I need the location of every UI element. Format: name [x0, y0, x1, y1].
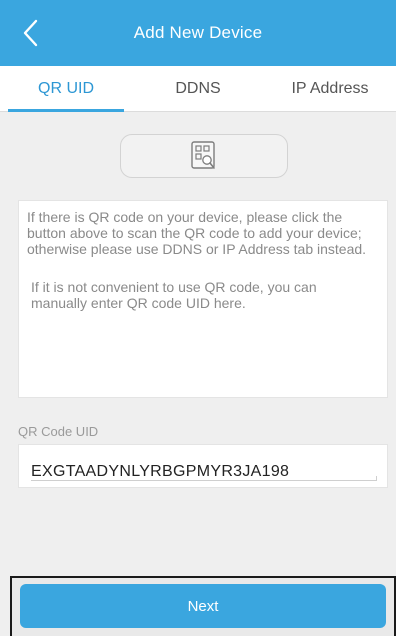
scan-qr-button[interactable] — [120, 134, 288, 178]
tab-ddns[interactable]: DDNS — [132, 66, 264, 111]
tab-ip-address[interactable]: IP Address — [264, 66, 396, 111]
qr-scan-icon — [191, 141, 215, 169]
uid-field-container — [18, 444, 388, 488]
chevron-left-icon — [23, 19, 38, 47]
instructions-text-scan: If there is QR code on your device, plea… — [27, 209, 367, 257]
add-device-screen: Add New Device QR UID DDNS IP Address If… — [0, 0, 396, 636]
uid-underline — [31, 476, 377, 481]
instructions-text-manual: If it is not convenient to use QR code, … — [31, 279, 317, 311]
instructions-box: If there is QR code on your device, plea… — [18, 200, 388, 398]
back-button[interactable] — [12, 13, 48, 53]
uid-label: QR Code UID — [18, 424, 99, 439]
bottom-bar: Next — [10, 576, 396, 636]
tab-qr-uid[interactable]: QR UID — [0, 66, 132, 112]
app-header: Add New Device — [0, 0, 396, 66]
next-button[interactable]: Next — [20, 584, 386, 628]
tab-bar: QR UID DDNS IP Address — [0, 66, 396, 112]
page-title: Add New Device — [133, 23, 263, 42]
